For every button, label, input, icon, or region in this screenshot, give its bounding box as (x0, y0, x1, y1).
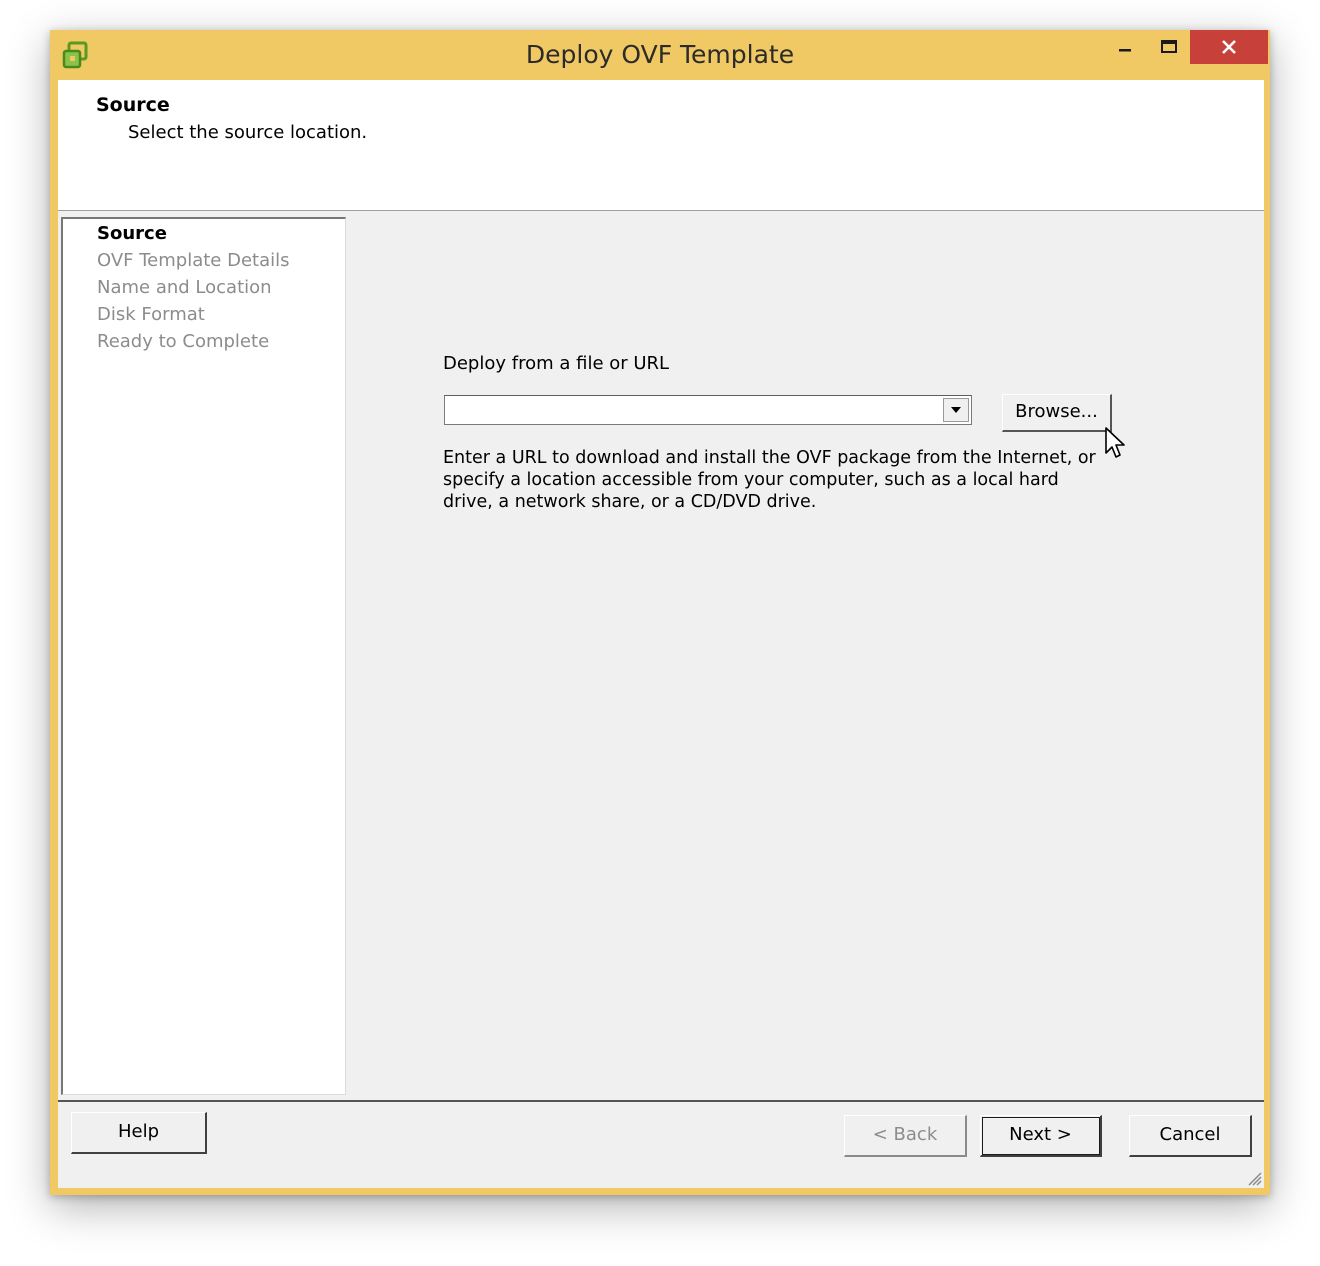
header-subtitle: Select the source location. (128, 122, 368, 143)
step-ready-to-complete: Ready to Complete (97, 331, 270, 352)
step-disk-format: Disk Format (97, 304, 205, 325)
resize-grip-icon[interactable] (1244, 1168, 1262, 1186)
title-bar[interactable]: Deploy OVF Template (50, 30, 1270, 80)
close-icon (1222, 40, 1236, 54)
header-title: Source (96, 94, 170, 116)
source-hint-text: Enter a URL to download and install the … (443, 448, 1096, 512)
step-source: Source (97, 223, 167, 244)
deploy-source-label: Deploy from a file or URL (443, 353, 670, 374)
wizard-body: Source Select the source location. Sourc… (58, 80, 1264, 1188)
help-button[interactable]: Help (71, 1112, 207, 1154)
browse-button[interactable]: Browse... (1002, 394, 1112, 432)
back-button[interactable]: < Back (844, 1115, 967, 1157)
minimize-icon (1119, 49, 1131, 52)
source-url-input[interactable] (448, 398, 938, 422)
dropdown-button[interactable] (943, 398, 969, 422)
source-url-combobox[interactable] (444, 395, 972, 425)
minimize-button[interactable] (1110, 30, 1140, 64)
chevron-down-icon (951, 407, 961, 413)
step-ovf-template-details: OVF Template Details (97, 250, 290, 271)
step-name-and-location: Name and Location (97, 277, 272, 298)
mouse-pointer-icon (1105, 427, 1125, 458)
maximize-icon (1161, 40, 1177, 53)
footer-separator (58, 1100, 1264, 1102)
wizard-steps-panel: Source OVF Template Details Name and Loc… (61, 217, 346, 1095)
cancel-button[interactable]: Cancel (1129, 1115, 1252, 1157)
deploy-ovf-window: Deploy OVF Template Source Select the so… (50, 30, 1270, 1195)
wizard-header: Source Select the source location. (58, 80, 1264, 211)
next-button[interactable]: Next > (980, 1115, 1102, 1157)
maximize-button[interactable] (1154, 30, 1184, 64)
window-title: Deploy OVF Template (525, 40, 795, 69)
close-button[interactable] (1190, 30, 1268, 64)
